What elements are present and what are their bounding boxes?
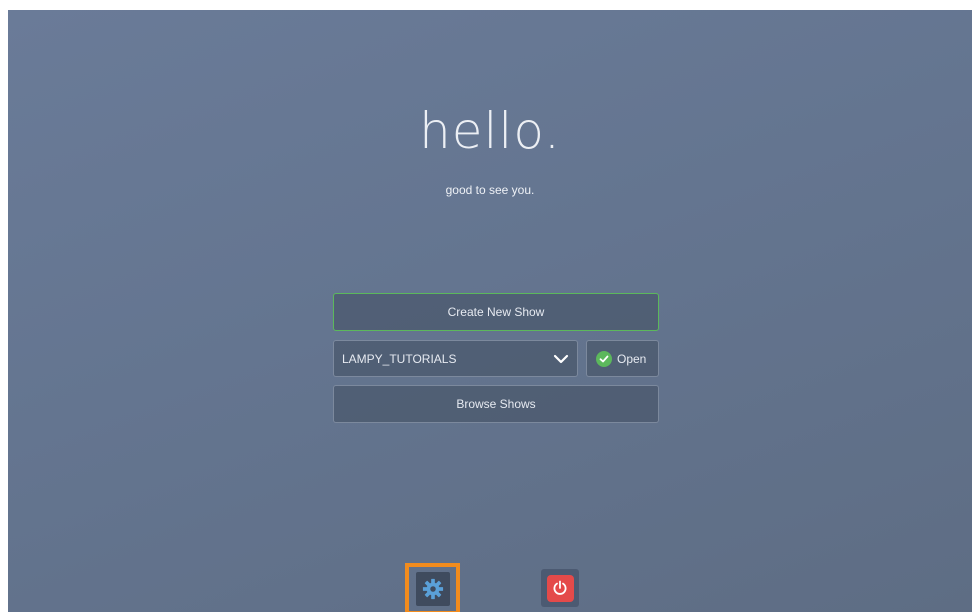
power-icon <box>553 580 567 595</box>
gear-icon <box>422 578 443 600</box>
show-select-dropdown[interactable]: LAMPY_TUTORIALS <box>333 340 578 377</box>
app-frame: hello. good to see you. Create New Show … <box>0 0 972 612</box>
open-label: Open <box>617 351 647 366</box>
open-show-button[interactable]: Open <box>586 340 659 377</box>
chevron-down-icon <box>553 354 569 364</box>
create-new-show-button[interactable]: Create New Show <box>333 293 659 331</box>
welcome-screen: hello. good to see you. Create New Show … <box>8 10 972 612</box>
check-circle-icon <box>596 350 612 367</box>
greeting-title: hello. <box>419 102 561 160</box>
settings-button[interactable] <box>405 563 460 612</box>
create-new-show-label: Create New Show <box>447 305 545 319</box>
power-tile <box>546 574 574 602</box>
show-select-value: LAMPY_TUTORIALS <box>342 351 457 366</box>
browse-shows-button[interactable]: Browse Shows <box>333 385 659 423</box>
browse-shows-label: Browse Shows <box>456 397 536 411</box>
settings-tile <box>415 572 450 606</box>
greeting-subtitle: good to see you. <box>445 183 535 197</box>
power-button[interactable] <box>541 569 579 607</box>
